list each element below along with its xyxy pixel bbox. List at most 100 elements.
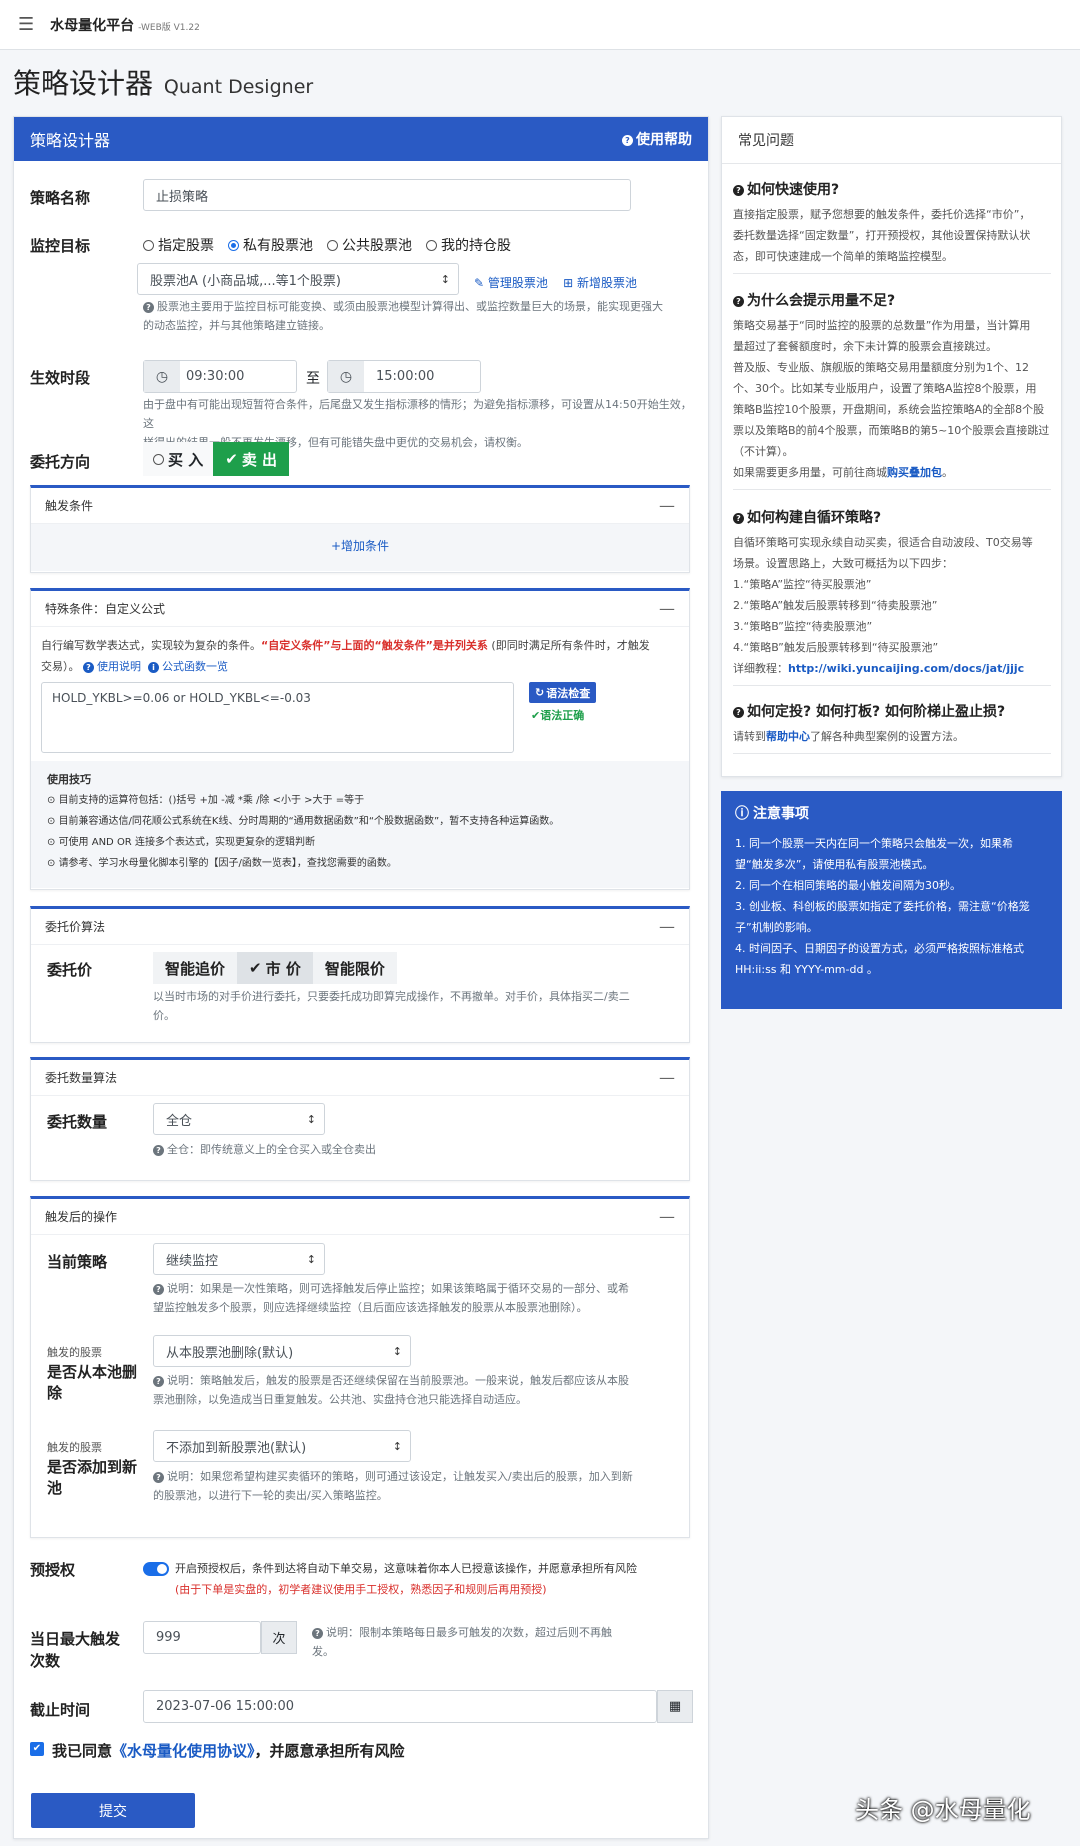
faq-item-cases: ? 如何定投? 如何打板? 如何阶梯止盈止损? 请转到帮助中心了解各种典型案例的设… bbox=[733, 701, 1051, 754]
radio-label: 私有股票池 bbox=[243, 238, 313, 254]
divider bbox=[733, 489, 1051, 490]
quantity-algo-header: 委托数量算法 — bbox=[31, 1060, 689, 1096]
faq-answer-line: 如果需要更多用量，可前往商城 bbox=[733, 466, 887, 479]
deadline-label: 截止时间 bbox=[30, 1701, 91, 1719]
radio-circle[interactable] bbox=[426, 239, 437, 251]
target-radio-group: 指定股票 私有股票池 公共股票池 我的持仓股 bbox=[143, 235, 525, 255]
help-link[interactable]: ? 使用帮助 bbox=[622, 129, 692, 149]
calendar-icon[interactable]: ▦ bbox=[657, 1690, 693, 1723]
end-time-input[interactable]: ◷ 15:00:00 bbox=[327, 360, 481, 393]
collapse-icon[interactable]: — bbox=[659, 1068, 675, 1087]
remove-small-label: 触发的股票 bbox=[47, 1346, 102, 1359]
syntax-ok-label: 语法正确 bbox=[540, 709, 585, 722]
max-triggers-input[interactable]: 999 bbox=[143, 1621, 261, 1654]
pool-help-line1: 股票池主要用于监控目标可能变换、或须由股票池模型计算得出、或监控数量巨大的场景，… bbox=[157, 300, 663, 313]
tip-text: 目前兼容通达信/同花顺公式系统在K线、分时周期的“通用数据函数”和“个股数据函数… bbox=[58, 816, 560, 827]
faq-answer: 自循环策略可实现永续自动买卖，很适合自动波段、T0交易等 场景。设置思路上，大致可… bbox=[733, 532, 1051, 679]
tips-box: 使用技巧 ⊙ 目前支持的运算符包括：()括号 +加 -减 *乘 /除 <小于 >… bbox=[31, 761, 689, 888]
current-strategy-value: 继续监控 bbox=[166, 1253, 219, 1269]
manage-pool-link[interactable]: ✎ 管理股票池 bbox=[474, 276, 548, 290]
version-label: -WEB版 V1.22 bbox=[138, 23, 200, 33]
faq-answer-line: 委托数量选择“固定数量”，打开预授权，其他设置保持默认状 bbox=[733, 229, 1031, 242]
question-icon: ? bbox=[153, 1144, 164, 1156]
special-condition-section: 特殊条件：自定义公式 — 自行编写数学表达式，实现较为复杂的条件。“自定义条件”与… bbox=[30, 588, 690, 890]
faq-answer-line: 2.“策略A”触发后股票转移到“待卖股票池” bbox=[733, 599, 938, 612]
faq-answer: 策略交易基于“同时监控的股票的总数量”作为用量，当计算用 量超过了套餐额度时，余下… bbox=[733, 319, 1050, 479]
submit-button[interactable]: 提交 bbox=[31, 1793, 195, 1828]
faq-answer-line: 4.“策略B”触发后股票转移到“待买股票池” bbox=[733, 641, 939, 654]
price-label: 委托价 bbox=[47, 961, 93, 979]
syntax-check-button[interactable]: ↻ 语法检查 bbox=[529, 682, 597, 703]
menu-icon[interactable]: ☰ bbox=[18, 14, 34, 35]
price-market-label: 市 价 bbox=[265, 959, 301, 978]
add-condition-button[interactable]: +增加条件 bbox=[31, 524, 689, 571]
price-smart-limit-button[interactable]: 智能限价 bbox=[312, 952, 397, 984]
radio-holdings[interactable]: 我的持仓股 bbox=[426, 235, 511, 255]
add-label-line2: 池 bbox=[47, 1479, 63, 1497]
current-strategy-help: ? 说明：如果是一次性策略，则可选择触发后停止监控；如果该策略属于循环交易的一部分… bbox=[153, 1279, 673, 1317]
add-help-line2: 的股票池，以进行下一轮的卖出/买入策略监控。 bbox=[153, 1489, 388, 1502]
price-smart-chase-button[interactable]: 智能追价 bbox=[153, 952, 238, 984]
sell-button[interactable]: ✔ 卖 出 bbox=[213, 442, 290, 476]
check-icon: ✔ bbox=[225, 450, 238, 468]
price-help-line2: 价。 bbox=[153, 1009, 175, 1022]
help-center-link[interactable]: 帮助中心 bbox=[766, 730, 810, 743]
collapse-icon[interactable]: — bbox=[659, 599, 675, 618]
radio-circle-checked[interactable] bbox=[228, 239, 239, 251]
agreement-link[interactable]: 《水母量化使用协议》 bbox=[112, 1742, 255, 1760]
faq-answer-line: 场景。设置思路上，大致可概括为以下四步： bbox=[733, 557, 953, 570]
collapse-icon[interactable]: — bbox=[659, 1207, 675, 1226]
radio-label: 公共股票池 bbox=[342, 238, 412, 254]
agree-checkbox[interactable]: ✔ bbox=[30, 1742, 44, 1756]
time-help-line1: 由于盘中有可能出现短暂符合条件，后尾盘又发生指标漂移的情形；为避免指标漂移，可设… bbox=[143, 398, 692, 430]
tip-item: ⊙ 目前兼容通达信/同花顺公式系统在K线、分时周期的“通用数据函数”和“个股数据… bbox=[47, 816, 560, 827]
collapse-icon[interactable]: — bbox=[659, 917, 675, 936]
add-label-line1: 是否添加到新 bbox=[47, 1458, 138, 1476]
tutorial-link[interactable]: http://wiki.yuncaijing.com/docs/jat/jjjc bbox=[788, 662, 1024, 675]
radio-specified-stock[interactable]: 指定股票 bbox=[143, 235, 214, 255]
start-time-input[interactable]: ◷ 09:30:00 bbox=[143, 360, 297, 393]
tip-text: 目前支持的运算符包括：()括号 +加 -减 *乘 /除 <小于 >大于 =等于 bbox=[58, 795, 365, 806]
info-icon: i bbox=[148, 661, 159, 673]
faq-question-text: 为什么会提示用量不足? bbox=[747, 293, 896, 309]
deadline-input[interactable]: 2023-07-06 15:00:00 bbox=[143, 1690, 657, 1723]
function-list-link[interactable]: i 公式函数一览 bbox=[148, 660, 228, 673]
current-strategy-select[interactable]: 继续监控 bbox=[153, 1243, 325, 1275]
radio-private-pool[interactable]: 私有股票池 bbox=[228, 235, 313, 255]
formula-textarea[interactable]: HOLD_YKBL>=0.06 or HOLD_YKBL<=-0.03 bbox=[41, 682, 514, 753]
buy-addon-link[interactable]: 购买叠加包 bbox=[887, 466, 942, 479]
price-market-button[interactable]: ✔ 市 价 bbox=[237, 952, 313, 984]
note-line: 4. 时间因子、日期因子的设置方式，必须严格按照标准格式 bbox=[735, 942, 1024, 955]
faq-answer-line: 请转到 bbox=[733, 730, 766, 743]
usage-link[interactable]: ? 使用说明 bbox=[83, 660, 141, 673]
faq-question: ? 如何构建自循环策略? bbox=[733, 507, 1051, 527]
notes-card: ⓘ 注意事项 1. 同一个股票一天内在同一个策略只会触发一次，如果希 望“触发多次… bbox=[721, 791, 1062, 1009]
buy-button[interactable]: 买 入 bbox=[143, 442, 214, 476]
help-label[interactable]: 使用帮助 bbox=[636, 132, 692, 148]
trigger-title: 触发条件 bbox=[45, 499, 94, 513]
preauth-label: 预授权 bbox=[30, 1561, 76, 1579]
remove-select[interactable]: 从本股票池删除(默认) bbox=[153, 1335, 411, 1367]
pool-help: ? 股票池主要用于监控目标可能变换、或须由股票池模型计算得出、或监控数量巨大的场景… bbox=[143, 297, 698, 335]
quantity-help-text: 全仓：即传统意义上的全仓买入或全仓卖出 bbox=[167, 1143, 376, 1156]
manage-pool-label: 管理股票池 bbox=[487, 276, 548, 290]
radio-circle[interactable] bbox=[327, 239, 338, 251]
quantity-select[interactable]: 全仓 bbox=[153, 1103, 325, 1135]
radio-public-pool[interactable]: 公共股票池 bbox=[327, 235, 412, 255]
check-icon: ✔ bbox=[531, 709, 541, 722]
collapse-icon[interactable]: — bbox=[659, 496, 675, 515]
add-pool-select[interactable]: 不添加到新股票池(默认) bbox=[153, 1430, 411, 1462]
preauth-toggle[interactable] bbox=[143, 1562, 169, 1576]
note-line: 子”机制的影响。 bbox=[735, 921, 818, 934]
pool-help-line2: 的动态监控，并与其他策略建立链接。 bbox=[143, 319, 330, 332]
radio-circle[interactable] bbox=[143, 239, 154, 251]
new-pool-link[interactable]: ⊞ 新增股票池 bbox=[563, 276, 637, 290]
question-icon: ? bbox=[733, 184, 744, 196]
special-header: 特殊条件：自定义公式 — bbox=[31, 591, 689, 627]
direction-label: 委托方向 bbox=[30, 453, 91, 471]
after-trigger-title: 触发后的操作 bbox=[45, 1210, 118, 1224]
add-small-label: 触发的股票 bbox=[47, 1441, 102, 1454]
current-strategy-label: 当前策略 bbox=[47, 1253, 108, 1271]
strategy-name-input[interactable]: 止损策略 bbox=[143, 179, 631, 211]
pool-select[interactable]: 股票池A (小商品城,...等1个股票) bbox=[137, 263, 459, 295]
